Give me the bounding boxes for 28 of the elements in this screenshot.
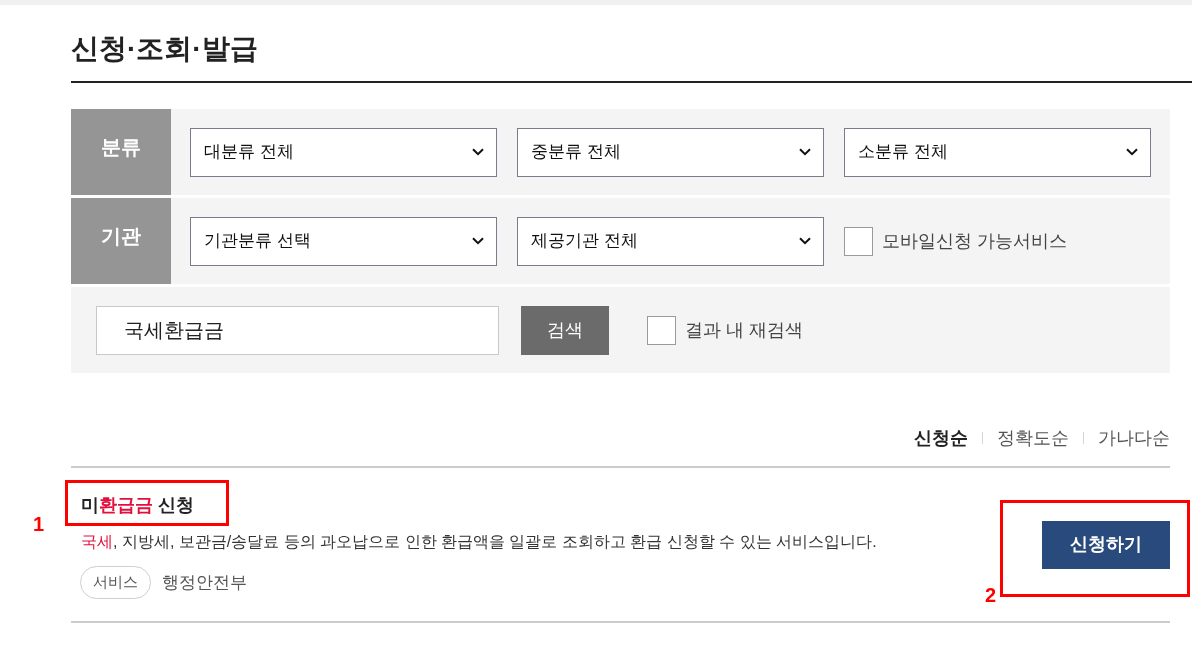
sort-option[interactable]: 정확도순 <box>997 426 1069 450</box>
checkbox[interactable] <box>844 226 873 256</box>
search-field[interactable]: 국세환급금 <box>96 305 499 355</box>
apply-button[interactable]: 신청하기 <box>1042 520 1170 569</box>
chevron-down-icon <box>472 237 484 245</box>
dropdown[interactable]: 제공기관 전체 <box>517 216 824 266</box>
dropdown[interactable]: 대분류 전체 <box>190 127 497 177</box>
dropdown[interactable]: 중분류 전체 <box>517 127 824 177</box>
chevron-down-icon <box>799 237 811 245</box>
filter-label: 기관 <box>101 224 141 249</box>
annotation-number: 2 <box>985 583 997 607</box>
agency-name: 행정안전부 <box>162 571 247 594</box>
filter-label: 분류 <box>101 135 141 160</box>
service-description: 국세, 지방세, 보관금/송달료 등의 과오납으로 인한 환급액을 일괄로 조회하고 환급 신청할 수 있는 서비스입니다. <box>81 532 877 552</box>
dropdown[interactable]: 기관분류 선택 <box>190 216 497 266</box>
checkbox-label[interactable]: 결과 내 재검색 <box>685 316 803 344</box>
checkbox[interactable] <box>647 315 676 345</box>
sort-option[interactable]: 신청순 <box>914 426 968 450</box>
sort-option[interactable]: 가나다순 <box>1098 426 1170 450</box>
chevron-down-icon <box>1126 148 1138 156</box>
annotation-number: 1 <box>33 512 45 536</box>
search-button[interactable]: 검색 <box>521 305 609 355</box>
service-title[interactable]: 미환급금 신청 <box>81 492 194 518</box>
dropdown[interactable]: 소분류 전체 <box>844 127 1151 177</box>
chevron-down-icon <box>799 148 811 156</box>
checkbox-label[interactable]: 모바일신청 가능서비스 <box>882 227 1067 255</box>
page-title: 신청·조회·발급 <box>71 32 258 66</box>
chevron-down-icon <box>472 148 484 156</box>
